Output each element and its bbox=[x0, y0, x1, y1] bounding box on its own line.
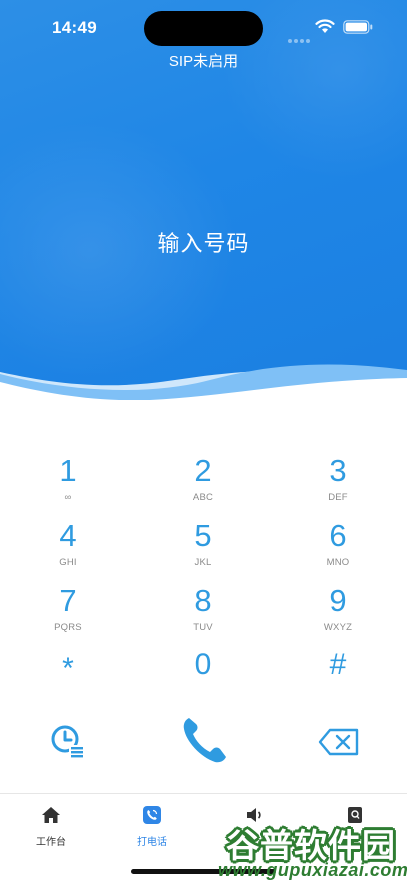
key-9[interactable]: 9 WXYZ bbox=[288, 584, 388, 644]
tab-dialer[interactable]: 打电话 bbox=[112, 806, 192, 848]
key-digit: 8 bbox=[194, 583, 212, 618]
key-digit: # bbox=[329, 648, 347, 681]
key-star[interactable]: * bbox=[18, 652, 118, 712]
key-5[interactable]: 5 JKL bbox=[153, 519, 253, 579]
key-0[interactable]: 0 bbox=[153, 648, 253, 708]
status-bar: 14:49 bbox=[0, 0, 407, 50]
battery-icon bbox=[343, 20, 373, 34]
key-letters: PQRS bbox=[54, 622, 82, 633]
key-digit: 4 bbox=[59, 518, 77, 553]
key-digit: 3 bbox=[329, 453, 347, 488]
key-digit: * bbox=[62, 652, 74, 685]
signal-icon bbox=[288, 30, 312, 48]
key-2[interactable]: 2 ABC bbox=[153, 454, 253, 514]
key-3[interactable]: 3 DEF bbox=[288, 454, 388, 514]
home-icon bbox=[42, 807, 60, 823]
call-history-icon[interactable] bbox=[50, 723, 86, 759]
key-4[interactable]: 4 GHI bbox=[18, 519, 118, 579]
key-8[interactable]: 8 TUV bbox=[153, 584, 253, 644]
key-digit: 6 bbox=[329, 518, 347, 553]
key-digit: 1 bbox=[59, 453, 77, 488]
tab-label: 工作台 bbox=[36, 837, 66, 848]
wifi-icon bbox=[315, 19, 335, 33]
phone-app-icon bbox=[143, 806, 161, 824]
call-button[interactable] bbox=[180, 714, 230, 766]
key-6[interactable]: 6 MNO bbox=[288, 519, 388, 579]
number-input-display[interactable]: 输入号码 bbox=[0, 226, 407, 258]
key-7[interactable]: 7 PQRS bbox=[18, 584, 118, 644]
sip-status-label: SIP未启用 bbox=[168, 53, 239, 70]
key-letters: DEF bbox=[328, 492, 348, 503]
key-hash[interactable]: # bbox=[288, 648, 388, 708]
status-time: 14:49 bbox=[52, 18, 97, 37]
key-letters: ∞ bbox=[64, 492, 72, 503]
key-letters: JKL bbox=[194, 557, 212, 568]
header-wave bbox=[0, 364, 407, 400]
key-1[interactable]: 1 ∞ bbox=[18, 454, 118, 514]
key-digit: 5 bbox=[194, 518, 212, 553]
key-letters: MNO bbox=[326, 557, 350, 568]
watermark-title: 谷普软件园 bbox=[226, 827, 396, 864]
tab-label: 打电话 bbox=[137, 837, 167, 848]
key-letters: GHI bbox=[59, 557, 77, 568]
key-digit: 2 bbox=[194, 453, 212, 488]
dialer-header: 14:49 SIP未启用 输入号码 bbox=[0, 0, 407, 400]
key-digit: 7 bbox=[59, 583, 77, 618]
key-letters: TUV bbox=[193, 622, 213, 633]
key-letters: WXYZ bbox=[323, 622, 353, 633]
dynamic-island bbox=[144, 11, 263, 46]
key-digit: 9 bbox=[329, 583, 347, 618]
tab-workbench[interactable]: 工作台 bbox=[11, 806, 91, 848]
key-digit: 0 bbox=[194, 648, 212, 681]
site-watermark: 谷普软件园 www.gupuxiazai.com bbox=[218, 815, 407, 883]
watermark-url: www.gupuxiazai.com bbox=[218, 860, 407, 880]
backspace-button[interactable] bbox=[318, 728, 360, 756]
key-letters: ABC bbox=[192, 492, 214, 503]
